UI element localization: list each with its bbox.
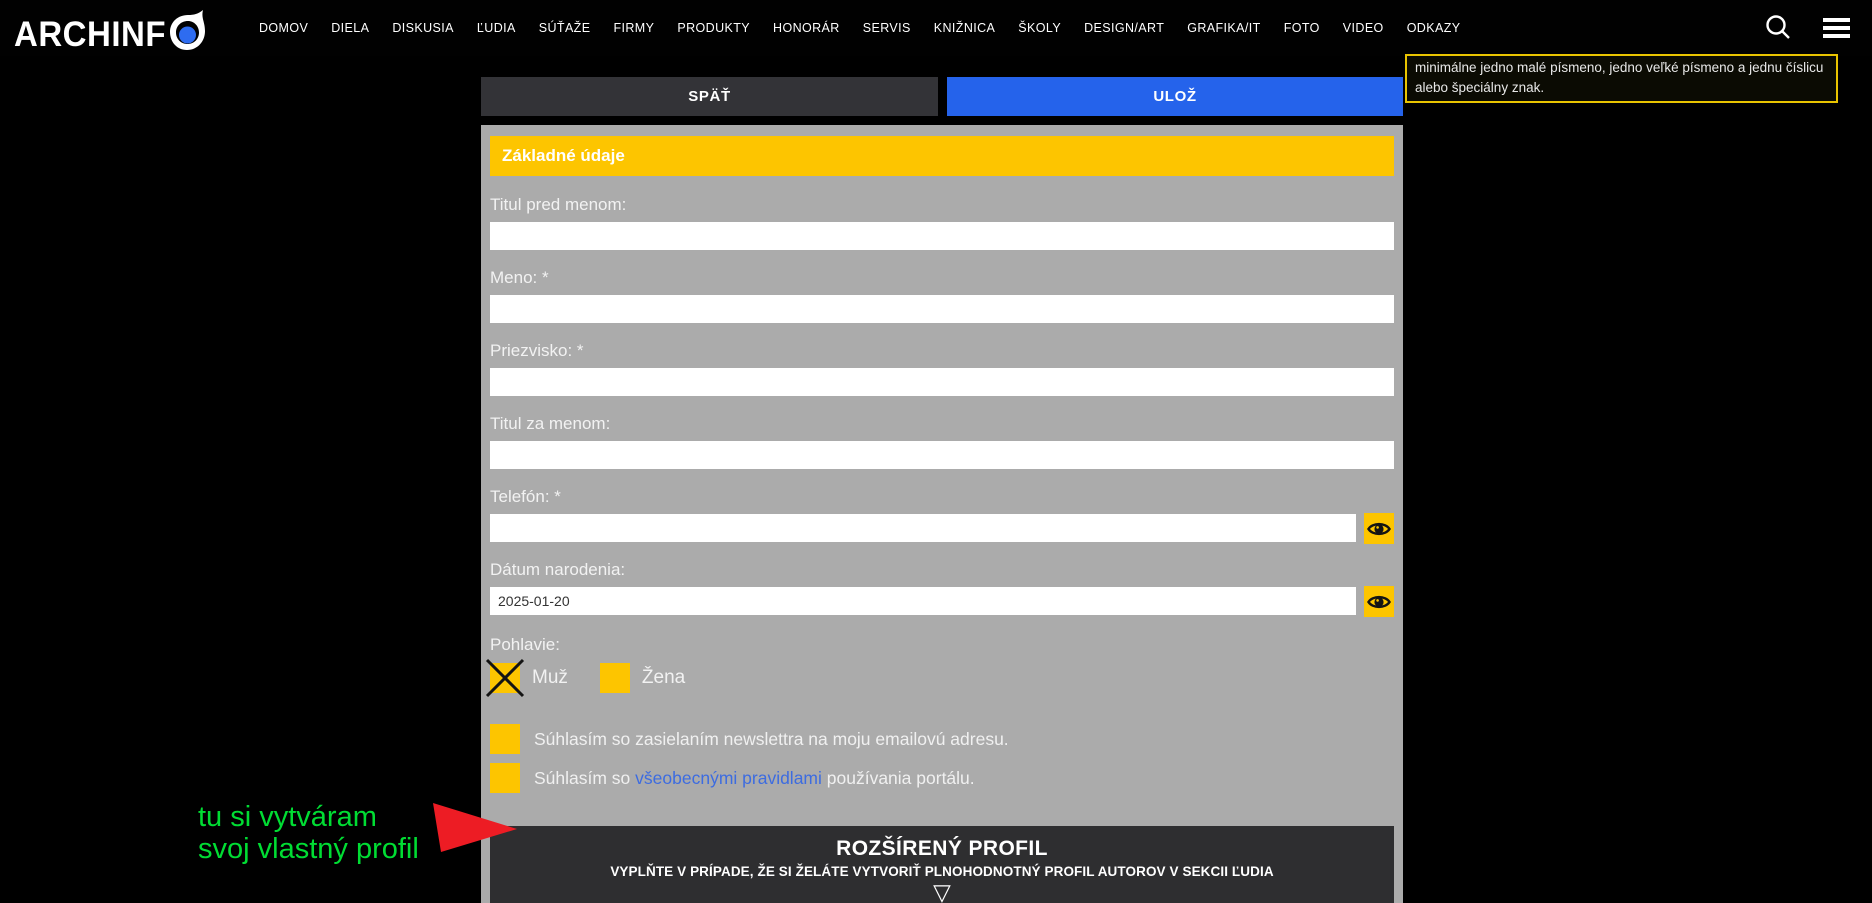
- title-before-name-label: Titul pred menom:: [490, 194, 1394, 216]
- annotation-arrow-icon: [425, 795, 525, 860]
- annotation-note: tu si vytváram svoj vlastný profil: [198, 801, 419, 866]
- birth-date-visibility-toggle[interactable]: [1364, 586, 1394, 617]
- field-birth-date: Dátum narodenia:: [490, 559, 1394, 617]
- terms-consent-prefix: Súhlasím so: [534, 768, 635, 788]
- male-option-label: Muž: [532, 667, 568, 689]
- gender-label: Pohlavie:: [490, 634, 1394, 656]
- phone-visibility-toggle[interactable]: [1364, 513, 1394, 544]
- nav-item-honorar[interactable]: HONORÁR: [773, 21, 840, 35]
- phone-label: Telefón: *: [490, 486, 1394, 508]
- birth-date-input[interactable]: [490, 587, 1356, 615]
- field-title-after-name: Titul za menom:: [490, 413, 1394, 471]
- checkbox-x-mark-icon: [485, 658, 525, 698]
- field-phone: Telefón: *: [490, 486, 1394, 544]
- annotation-line2: svoj vlastný profil: [198, 833, 419, 865]
- back-button[interactable]: SPÄŤ: [481, 77, 938, 116]
- hamburger-menu-icon[interactable]: [1823, 18, 1850, 38]
- last-name-label: Priezvisko: *: [490, 340, 1394, 362]
- nav-item-design-art[interactable]: DESIGN/ART: [1084, 21, 1164, 35]
- title-after-name-label: Titul za menom:: [490, 413, 1394, 435]
- newsletter-consent-row: Súhlasím so zasielaním newslettra na moj…: [490, 724, 1394, 754]
- first-name-input[interactable]: [490, 295, 1394, 323]
- extended-profile-title: ROZŠÍRENÝ PROFIL: [490, 837, 1394, 861]
- terms-consent-checkbox[interactable]: [490, 763, 520, 793]
- extended-profile-expander[interactable]: ROZŠÍRENÝ PROFIL VYPLŇTE V PRÍPADE, ŽE S…: [490, 826, 1394, 903]
- extended-profile-subtitle: VYPLŇTE V PRÍPADE, ŽE SI ŽELÁTE VYTVORIŤ…: [490, 864, 1394, 879]
- nav-item-ludia[interactable]: ĽUDIA: [477, 21, 516, 35]
- eye-icon: [1367, 590, 1391, 614]
- field-last-name: Priezvisko: *: [490, 340, 1394, 398]
- field-first-name: Meno: *: [490, 267, 1394, 325]
- save-button[interactable]: ULOŽ: [947, 77, 1403, 116]
- top-navigation-bar: ARCHINF DOMOV DIELA DISKUSIA ĽUDIA SÚŤAŽ…: [0, 0, 1872, 56]
- title-before-name-input[interactable]: [490, 222, 1394, 250]
- gender-option-male[interactable]: Muž: [490, 663, 568, 693]
- nav-item-video[interactable]: VIDEO: [1343, 21, 1384, 35]
- annotation-line1: tu si vytváram: [198, 801, 419, 833]
- field-gender: Pohlavie: Muž Žena: [490, 634, 1394, 693]
- phone-input[interactable]: [490, 514, 1356, 542]
- archinfo-logo[interactable]: ARCHINF: [14, 6, 209, 50]
- nav-item-foto[interactable]: FOTO: [1284, 21, 1320, 35]
- nav-item-kniznica[interactable]: KNIŽNICA: [934, 21, 996, 35]
- nav-item-diela[interactable]: DIELA: [331, 21, 369, 35]
- nav-item-firmy[interactable]: FIRMY: [613, 21, 654, 35]
- nav-item-grafika-it[interactable]: GRAFIKA/IT: [1187, 21, 1260, 35]
- eye-icon: [1367, 517, 1391, 541]
- nav-item-servis[interactable]: SERVIS: [863, 21, 911, 35]
- title-after-name-input[interactable]: [490, 441, 1394, 469]
- nav-item-domov[interactable]: DOMOV: [259, 21, 308, 35]
- nav-item-skoly[interactable]: ŠKOLY: [1018, 21, 1061, 35]
- field-title-before-name: Titul pred menom:: [490, 194, 1394, 252]
- basic-data-form-panel: Základné údaje Titul pred menom: Meno: *…: [481, 125, 1403, 903]
- male-checkbox[interactable]: [490, 663, 520, 693]
- password-hint-tooltip: minimálne jedno malé písmeno, jedno veľk…: [1405, 54, 1838, 103]
- nav-item-odkazy[interactable]: ODKAZY: [1407, 21, 1461, 35]
- nav-item-sutaze[interactable]: SÚŤAŽE: [539, 21, 591, 35]
- general-rules-link[interactable]: všeobecnými pravidlami: [635, 768, 822, 788]
- female-option-label: Žena: [642, 667, 685, 689]
- last-name-input[interactable]: [490, 368, 1394, 396]
- nav-item-produkty[interactable]: PRODUKTY: [677, 21, 750, 35]
- female-checkbox[interactable]: [600, 663, 630, 693]
- nav-right-controls: [1763, 13, 1872, 43]
- first-name-label: Meno: *: [490, 267, 1394, 289]
- terms-consent-row: Súhlasím so všeobecnými pravidlami použí…: [490, 763, 1394, 793]
- birth-date-label: Dátum narodenia:: [490, 559, 1394, 581]
- search-icon[interactable]: [1763, 13, 1793, 43]
- nav-item-diskusia[interactable]: DISKUSIA: [392, 21, 454, 35]
- archinfo-logo-eye-icon: [167, 9, 209, 53]
- profile-form-area: SPÄŤ ULOŽ Základné údaje Titul pred meno…: [481, 77, 1403, 903]
- terms-consent-text: Súhlasím so všeobecnými pravidlami použí…: [534, 768, 975, 789]
- newsletter-consent-checkbox[interactable]: [490, 724, 520, 754]
- expand-down-triangle-icon[interactable]: ▽: [490, 880, 1394, 903]
- section-header-basic-data: Základné údaje: [490, 136, 1394, 176]
- main-menu: DOMOV DIELA DISKUSIA ĽUDIA SÚŤAŽE FIRMY …: [259, 21, 1461, 35]
- newsletter-consent-text: Súhlasím so zasielaním newslettra na moj…: [534, 729, 1009, 750]
- form-action-buttons: SPÄŤ ULOŽ: [481, 77, 1403, 116]
- terms-consent-suffix: používania portálu.: [822, 768, 975, 788]
- gender-option-female[interactable]: Žena: [600, 663, 685, 693]
- consent-section: Súhlasím so zasielaním newslettra na moj…: [490, 724, 1394, 793]
- archinfo-logo-text: ARCHINF: [14, 16, 166, 52]
